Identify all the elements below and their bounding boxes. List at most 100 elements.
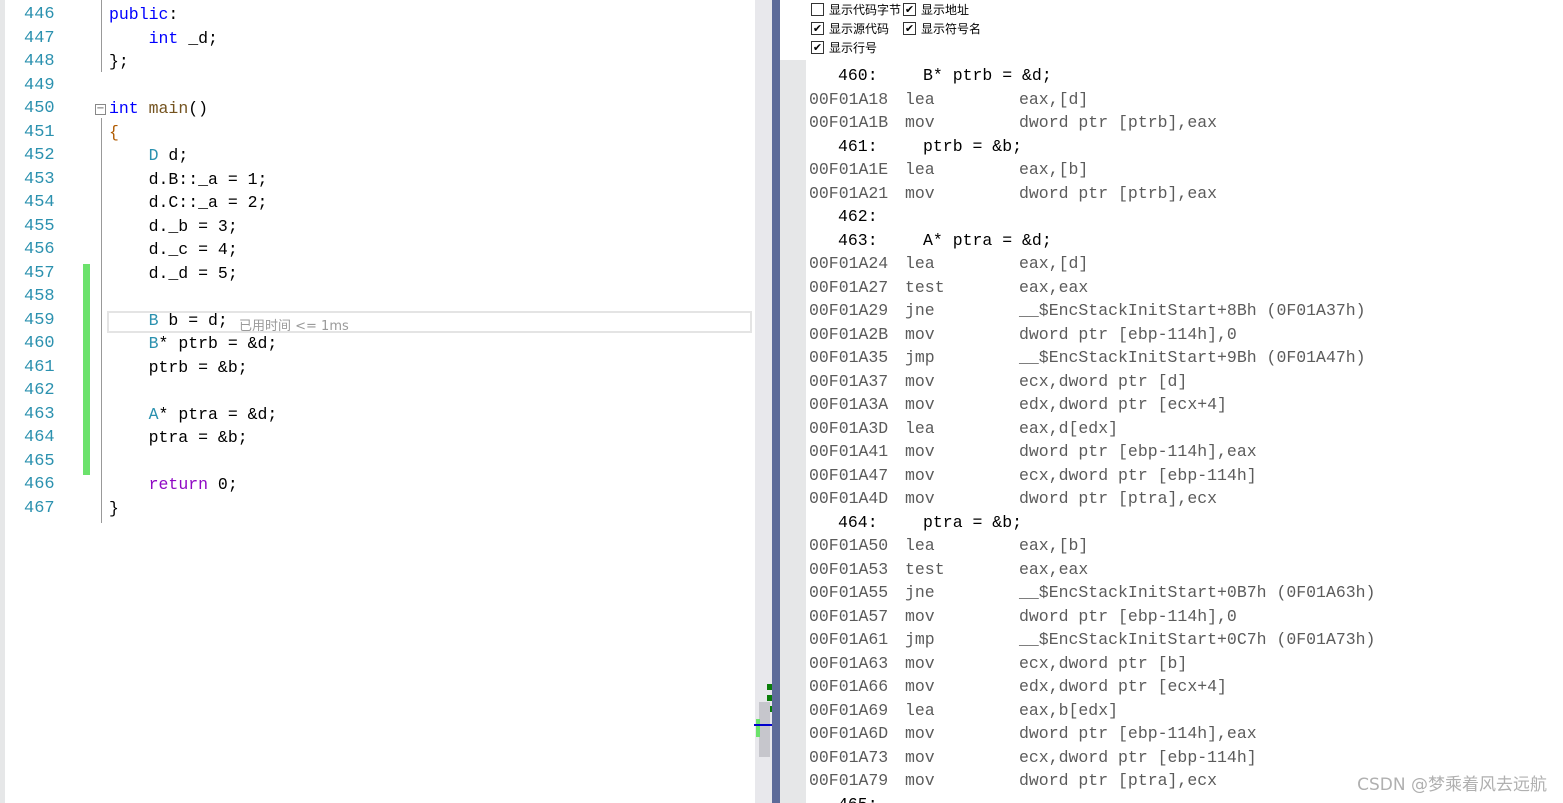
editor-margin [0, 0, 5, 803]
instruction-row[interactable]: 00F01A27 test eax,eax [806, 278, 1556, 302]
instruction-row[interactable]: 00F01A47 mov ecx,dword ptr [ebp-114h] [806, 466, 1556, 490]
line-number: 450 [24, 99, 55, 118]
checkbox[interactable]: ✔ [811, 41, 824, 54]
instruction-row[interactable]: 00F01A21 mov dword ptr [ptrb],eax [806, 184, 1556, 208]
editor-scrollbar[interactable] [754, 0, 773, 803]
option-show-symbol-names[interactable]: ✔ 显示符号名 [903, 20, 981, 37]
change-marker [756, 719, 760, 737]
mnemonic: mov [905, 113, 935, 132]
code-line[interactable]: { [109, 123, 119, 142]
instruction-row[interactable]: 00F01A69 lea eax,b[edx] [806, 701, 1556, 725]
instruction-row[interactable]: 00F01A55 jne __$EncStackInitStart+0B7h (0F… [806, 583, 1556, 607]
option-show-line-numbers[interactable]: ✔ 显示行号 [811, 39, 877, 56]
address: 00F01A2B [809, 324, 889, 344]
mnemonic: jne [905, 301, 935, 320]
instruction-row[interactable]: 00F01A3A mov edx,dword ptr [ecx+4] [806, 395, 1556, 419]
operands: eax,eax [1019, 277, 1089, 297]
address: 00F01A66 [809, 677, 889, 696]
code-line[interactable]: ptra = &b; [109, 428, 248, 447]
code-line[interactable]: D d; [109, 146, 189, 165]
operands: dword ptr [ptrb],eax [1019, 183, 1218, 203]
code-line[interactable]: ptrb = &b; [109, 358, 248, 377]
mnemonic: mov [905, 371, 935, 391]
instruction-row[interactable]: 00F01A4D mov dword ptr [ptra],ecx [806, 489, 1556, 513]
code-line[interactable]: d.B::_a = 1; [109, 170, 268, 189]
code-line[interactable]: int _d; [109, 29, 218, 48]
line-number: 452 [24, 146, 55, 165]
code-line[interactable]: B* ptrb = &d; [109, 334, 278, 353]
code-line[interactable]: return 0; [109, 475, 238, 494]
source-line-row[interactable]: 463: A* ptra = &d; [806, 231, 1556, 255]
instruction-row[interactable]: 00F01A3D lea eax,d[edx] [806, 419, 1556, 443]
scroll-thumb[interactable] [759, 702, 770, 757]
option-label: 显示符号名 [921, 22, 982, 36]
option-show-code-bytes[interactable]: 显示代码字节 [811, 1, 901, 18]
instruction-row[interactable]: 00F01A1E lea eax,[b] [806, 160, 1556, 184]
line-number: 449 [24, 75, 55, 95]
checkbox[interactable] [811, 3, 824, 16]
source-line-row[interactable]: 460: B* ptrb = &d; [806, 66, 1556, 90]
address: 00F01A50 [809, 536, 889, 555]
mnemonic: mov [905, 489, 935, 508]
source-line-row[interactable]: 462: [806, 207, 1556, 231]
mnemonic: mov [905, 395, 935, 414]
instruction-row[interactable]: 00F01A37 mov ecx,dword ptr [d] [806, 372, 1556, 396]
splitter[interactable] [772, 0, 780, 803]
code-line[interactable]: d._c = 4; [109, 240, 238, 259]
instruction-row[interactable]: 00F01A35 jmp __$EncStackInitStart+9Bh (0F0… [806, 348, 1556, 372]
line-number: 455 [24, 216, 55, 236]
operands: eax,eax [1019, 559, 1089, 579]
checkbox[interactable]: ✔ [903, 3, 916, 16]
source-line-row[interactable]: 465: [806, 795, 1556, 803]
disassembly-options: 显示代码字节 ✔ 显示地址 ✔ 显示源代码 ✔ 显示符号名 ✔ 显示行号 [780, 0, 1563, 60]
source-line-number: 462: [838, 207, 878, 226]
instruction-row[interactable]: 00F01A18 lea eax,[d] [806, 90, 1556, 114]
instruction-row[interactable]: 00F01A41 mov dword ptr [ebp-114h],eax [806, 442, 1556, 466]
option-show-source[interactable]: ✔ 显示源代码 [811, 20, 889, 37]
instruction-row[interactable]: 00F01A50 lea eax,[b] [806, 536, 1556, 560]
operands: dword ptr [ebp-114h],0 [1019, 606, 1237, 626]
code-line[interactable]: }; [109, 52, 129, 71]
code-line[interactable]: public: [109, 5, 178, 24]
mnemonic: mov [905, 724, 935, 743]
instruction-row[interactable]: 00F01A29 jne __$EncStackInitStart+8Bh (0F0… [806, 301, 1556, 325]
mnemonic: mov [905, 442, 935, 461]
operands: dword ptr [ebp-114h],eax [1019, 724, 1257, 743]
disassembly-window[interactable]: ──────── ──── ──── ─────── 460:B* ptrb =… [806, 0, 1563, 803]
address: 00F01A3D [809, 418, 889, 438]
instruction-row[interactable]: 00F01A66 mov edx,dword ptr [ecx+4] [806, 677, 1556, 701]
code-line[interactable]: A* ptra = &d; [109, 405, 278, 424]
code-line[interactable]: d._d = 5; [109, 264, 238, 283]
instruction-row[interactable]: 00F01A61 jmp __$EncStackInitStart+0C7h (0F… [806, 630, 1556, 654]
operands: eax,[b] [1019, 536, 1089, 555]
perf-tip[interactable]: 已用时间 <= 1ms [239, 315, 349, 334]
scope-guide [101, 118, 102, 523]
mnemonic: mov [905, 653, 935, 673]
checkbox[interactable]: ✔ [903, 22, 916, 35]
instruction-row[interactable]: 00F01A53 test eax,eax [806, 560, 1556, 584]
code-line[interactable]: d.C::_a = 2; [109, 193, 268, 212]
option-show-address[interactable]: ✔ 显示地址 [903, 1, 969, 18]
code-line[interactable]: } [109, 499, 119, 518]
address: 00F01A57 [809, 606, 889, 626]
code-editor[interactable]: 446 public: 447 int _d; 448}; 449 450 int main… [0, 0, 755, 803]
instruction-row[interactable]: 00F01A73 mov ecx,dword ptr [ebp-114h] [806, 748, 1556, 772]
code-line[interactable]: int main() [109, 99, 208, 118]
operands: dword ptr [ptra],ecx [1019, 489, 1218, 508]
instruction-row[interactable]: 00F01A24 lea eax,[d] [806, 254, 1556, 278]
checkbox[interactable]: ✔ [811, 22, 824, 35]
disassembly-margin [780, 60, 806, 803]
code-line[interactable]: d._b = 3; [109, 217, 238, 236]
source-line-number: 460: [838, 66, 878, 85]
line-number: 463 [24, 404, 55, 424]
instruction-row[interactable]: 00F01A6D mov dword ptr [ebp-114h],eax [806, 724, 1556, 748]
instruction-row[interactable]: 00F01A63 mov ecx,dword ptr [b] [806, 654, 1556, 678]
address: 00F01A41 [809, 442, 889, 461]
source-line-row[interactable]: 461: ptrb = &b; [806, 137, 1556, 161]
collapse-icon[interactable]: − [95, 104, 106, 115]
instruction-row[interactable]: 00F01A2B mov dword ptr [ebp-114h],0 [806, 325, 1556, 349]
address: 00F01A53 [809, 559, 889, 579]
instruction-row[interactable]: 00F01A57 mov dword ptr [ebp-114h],0 [806, 607, 1556, 631]
instruction-row[interactable]: 00F01A1B mov dword ptr [ptrb],eax [806, 113, 1556, 137]
source-line-row[interactable]: 464: ptra = &b; [806, 513, 1556, 537]
